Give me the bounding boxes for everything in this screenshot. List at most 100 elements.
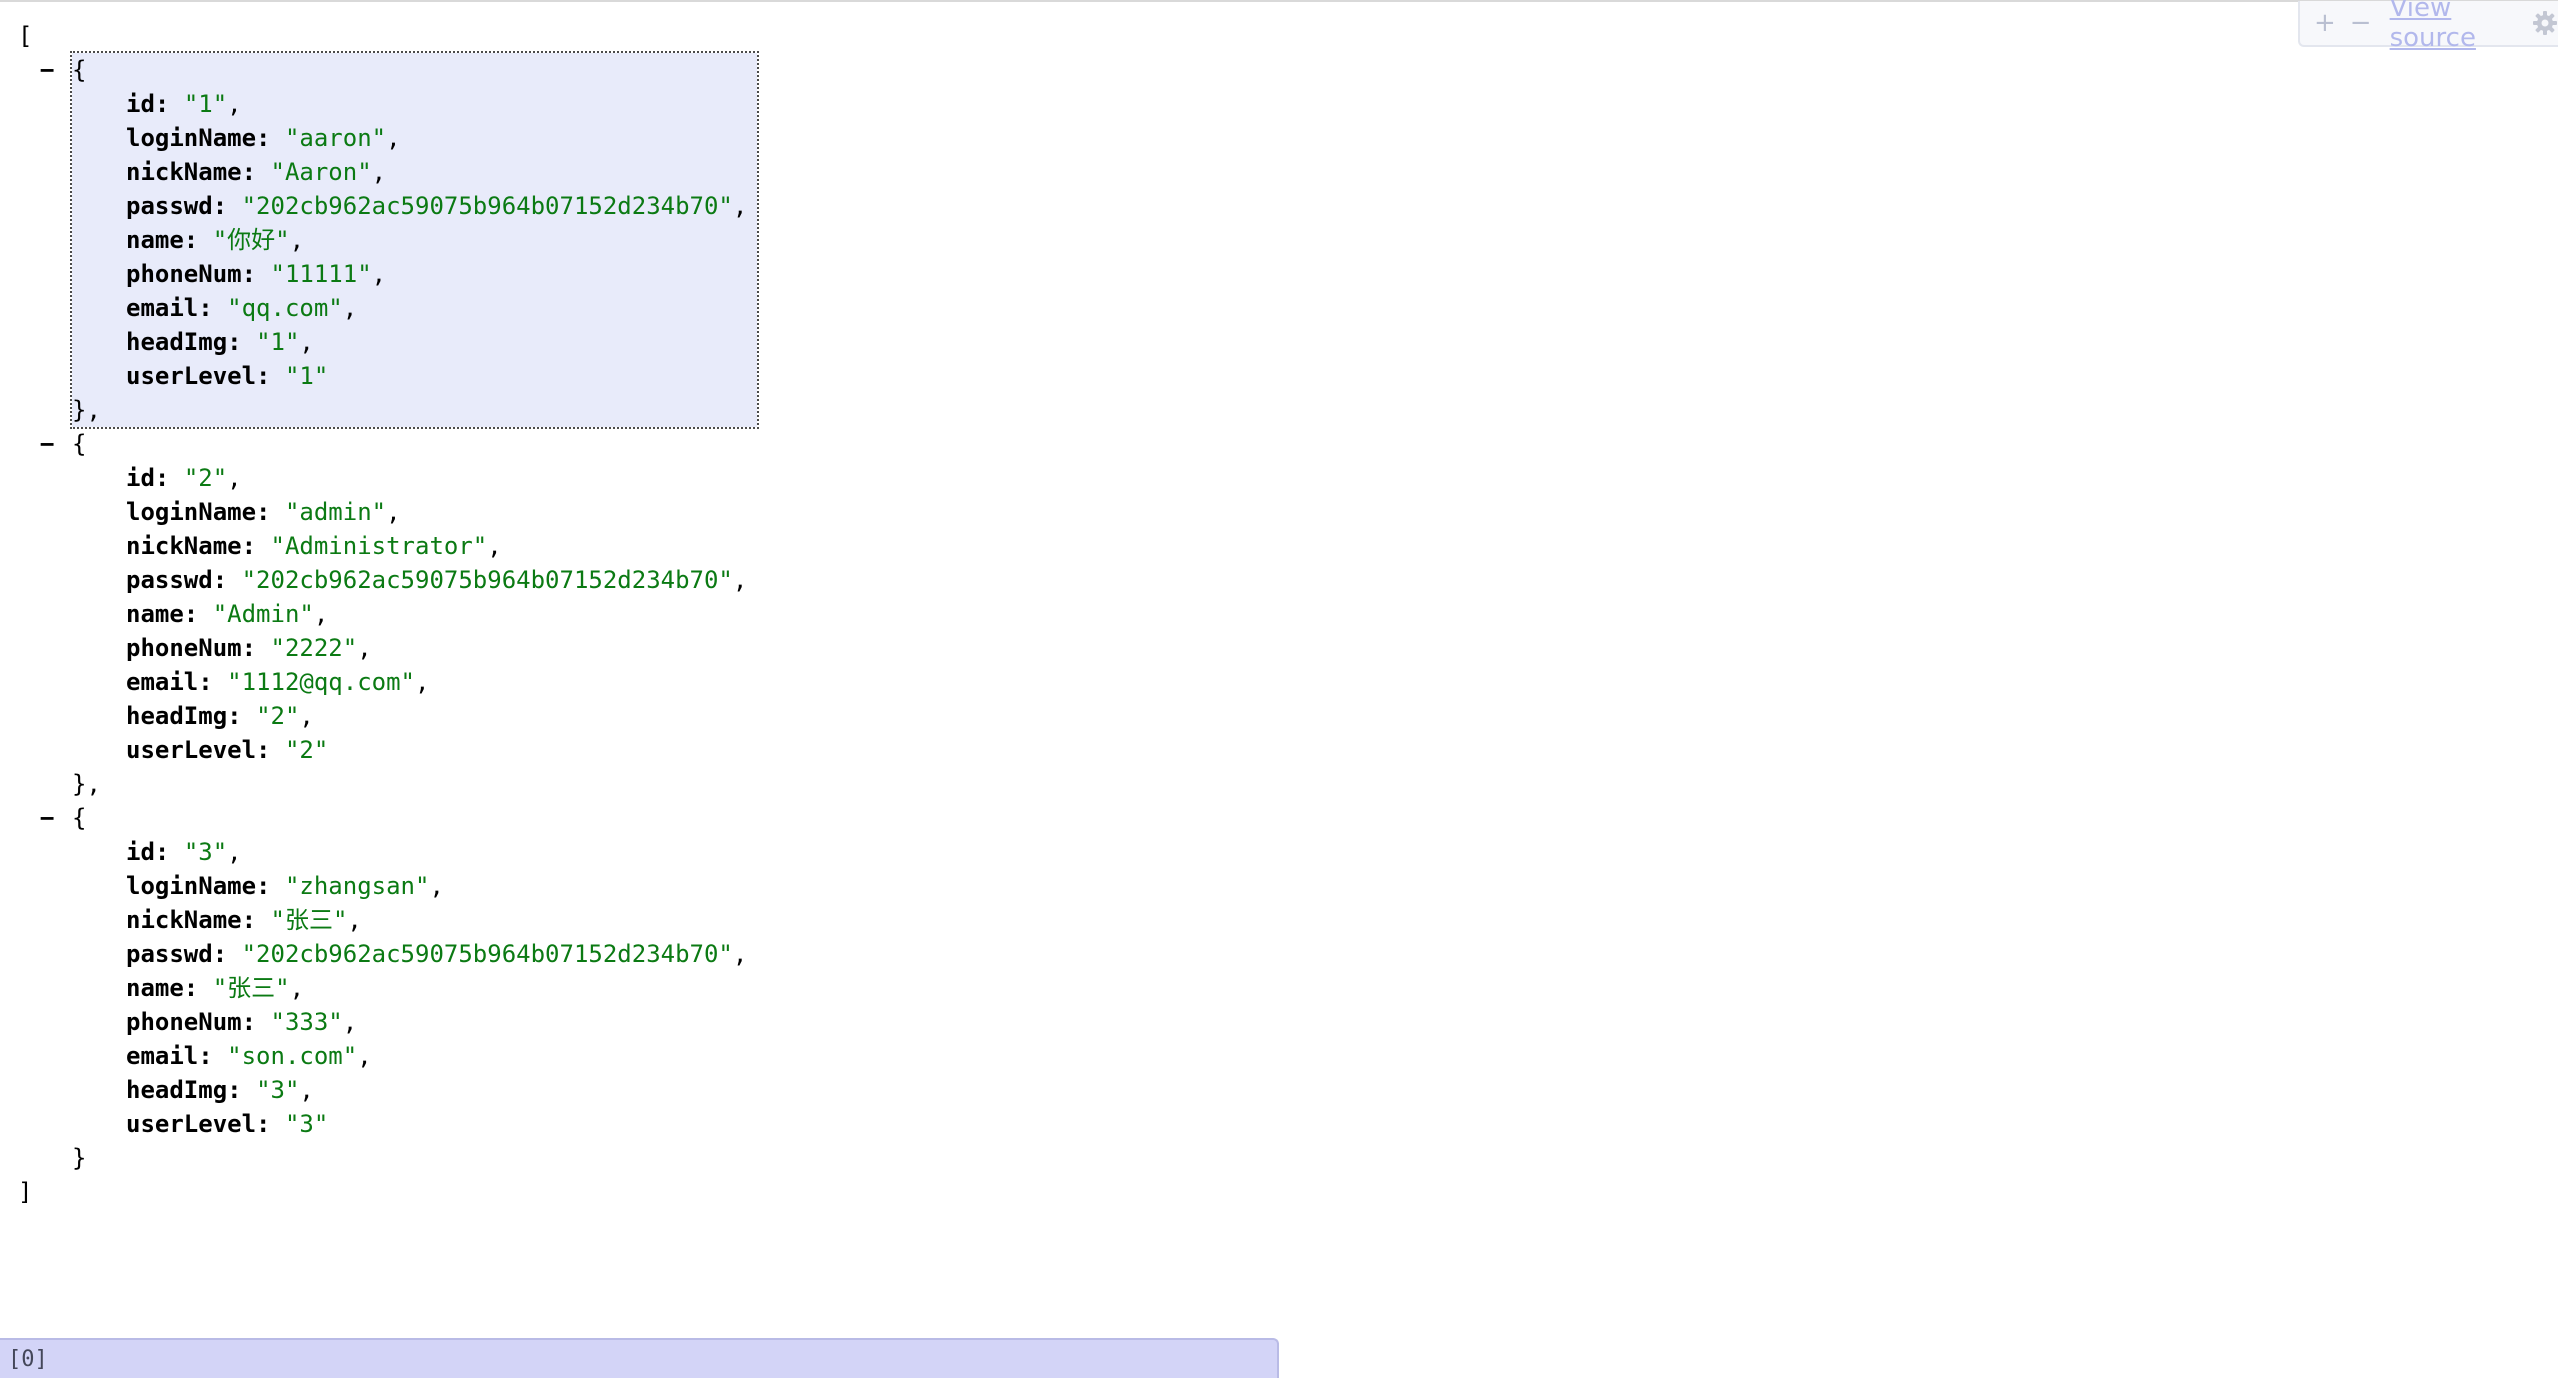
- property-key: id: [126, 90, 155, 118]
- key-colon: :: [241, 532, 271, 560]
- key-colon: :: [256, 124, 285, 152]
- comma: ,: [289, 226, 305, 254]
- json-property-loginName: loginName: "admin",: [126, 495, 747, 529]
- json-property-headImg: headImg: "2",: [126, 699, 747, 733]
- json-property-phoneNum: phoneNum: "11111",: [126, 257, 747, 291]
- property-key: loginName: [126, 498, 257, 526]
- property-key: name: [126, 226, 184, 254]
- property-value: "2222": [270, 634, 358, 662]
- key-colon: :: [212, 940, 242, 968]
- property-key: headImg: [126, 702, 228, 730]
- object-close-brace: },: [72, 396, 101, 424]
- json-property-nickName: nickName: "Administrator",: [126, 529, 747, 563]
- property-value: "1": [183, 90, 228, 118]
- array-close-bracket: ]: [18, 1178, 33, 1206]
- key-colon: :: [256, 872, 285, 900]
- property-key: passwd: [126, 940, 213, 968]
- json-property-id: id: "1",: [126, 87, 747, 121]
- comma: ,: [289, 974, 305, 1002]
- gear-icon[interactable]: [2532, 10, 2558, 36]
- json-viewer: [ −{id: "1", loginName: "aaron", nickName:…: [18, 19, 760, 1209]
- property-key: passwd: [126, 566, 213, 594]
- view-source-link[interactable]: View source: [2390, 0, 2516, 53]
- key-colon: :: [212, 192, 242, 220]
- json-viewer-toolbar: + − View source: [2298, 0, 2558, 53]
- json-property-email: email: "qq.com",: [126, 291, 747, 325]
- json-property-passwd: passwd: "202cb962ac59075b964b07152d234b7…: [126, 563, 747, 597]
- property-key: email: [126, 1042, 199, 1070]
- key-colon: :: [256, 1110, 285, 1138]
- comma: ,: [299, 1076, 314, 1104]
- property-key: loginName: [126, 872, 257, 900]
- key-colon: :: [241, 158, 271, 186]
- property-value: "333": [270, 1008, 343, 1036]
- property-value: "aaron": [284, 124, 387, 152]
- object-properties: id: "3", loginName: "zhangsan", nickName: …: [72, 835, 747, 1141]
- json-object[interactable]: −{id: "1", loginName: "aaron", nickName: "…: [18, 51, 760, 429]
- property-key: phoneNum: [126, 260, 242, 288]
- property-key: name: [126, 974, 184, 1002]
- json-object[interactable]: −{id: "2", loginName: "admin", nickName: "…: [18, 427, 757, 801]
- key-colon: :: [198, 668, 228, 696]
- status-bar: [0]: [0, 1338, 1279, 1378]
- key-colon: :: [198, 1042, 228, 1070]
- json-object[interactable]: −{id: "3", loginName: "zhangsan", nickName…: [18, 801, 757, 1175]
- key-colon: :: [227, 328, 257, 356]
- collapse-all-button[interactable]: −: [2350, 8, 2372, 38]
- property-key: email: [126, 294, 199, 322]
- property-key: userLevel: [126, 362, 257, 390]
- key-colon: :: [198, 294, 228, 322]
- property-value: "3": [284, 1110, 329, 1138]
- json-array: −{id: "1", loginName: "aaron", nickName: "…: [18, 51, 760, 1175]
- object-close-brace: }: [72, 1144, 87, 1172]
- json-property-headImg: headImg: "3",: [126, 1073, 747, 1107]
- json-object-body: {id: "1", loginName: "aaron", nickName: "A…: [69, 51, 760, 429]
- key-colon: :: [241, 1008, 271, 1036]
- comma: ,: [415, 668, 430, 696]
- property-key: nickName: [126, 158, 242, 186]
- comma: ,: [732, 192, 748, 220]
- property-value: "你好": [212, 226, 290, 254]
- object-open-brace: {: [72, 430, 87, 458]
- property-value: "zhangsan": [284, 872, 430, 900]
- key-colon: :: [183, 600, 213, 628]
- property-value: "202cb962ac59075b964b07152d234b70": [241, 192, 733, 220]
- expand-all-button[interactable]: +: [2314, 8, 2336, 38]
- property-key: userLevel: [126, 1110, 257, 1138]
- comma: ,: [227, 464, 242, 492]
- property-key: userLevel: [126, 736, 257, 764]
- comma: ,: [732, 940, 748, 968]
- json-property-loginName: loginName: "aaron",: [126, 121, 747, 155]
- json-property-nickName: nickName: "Aaron",: [126, 155, 747, 189]
- key-colon: :: [241, 260, 271, 288]
- json-property-id: id: "3",: [126, 835, 747, 869]
- key-colon: :: [241, 906, 271, 934]
- property-key: headImg: [126, 1076, 228, 1104]
- property-key: loginName: [126, 124, 257, 152]
- json-property-headImg: headImg: "1",: [126, 325, 747, 359]
- property-key: id: [126, 464, 155, 492]
- property-value: "1": [256, 328, 300, 356]
- collapse-toggle[interactable]: −: [40, 53, 64, 87]
- object-close-brace: },: [72, 770, 101, 798]
- comma: ,: [386, 124, 401, 152]
- json-property-id: id: "2",: [126, 461, 747, 495]
- property-value: "3": [183, 838, 228, 866]
- property-key: name: [126, 600, 184, 628]
- comma: ,: [342, 294, 358, 322]
- collapse-toggle[interactable]: −: [40, 801, 64, 835]
- json-property-email: email: "1112@qq.com",: [126, 665, 747, 699]
- property-key: passwd: [126, 192, 213, 220]
- comma: ,: [227, 838, 242, 866]
- json-object-body: {id: "3", loginName: "zhangsan", nickName:…: [72, 801, 757, 1175]
- json-property-userLevel: userLevel: "3": [126, 1107, 747, 1141]
- comma: ,: [347, 906, 362, 934]
- json-property-passwd: passwd: "202cb962ac59075b964b07152d234b7…: [126, 937, 747, 971]
- property-value: "admin": [284, 498, 387, 526]
- comma: ,: [299, 702, 314, 730]
- collapse-toggle[interactable]: −: [40, 427, 64, 461]
- key-colon: :: [227, 1076, 257, 1104]
- property-value: "Admin": [212, 600, 314, 628]
- comma: ,: [357, 634, 372, 662]
- comma: ,: [342, 1008, 358, 1036]
